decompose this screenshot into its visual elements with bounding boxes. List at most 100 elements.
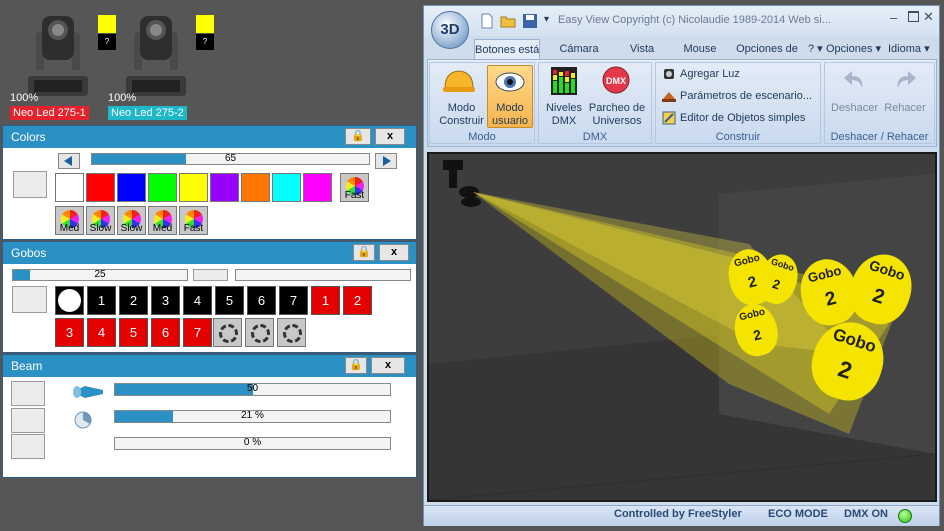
- ribbon-tab[interactable]: Cámara: [556, 39, 602, 59]
- fixture-color-swatch: [196, 15, 214, 33]
- color-swatch[interactable]: [179, 173, 208, 202]
- colors-reset-button[interactable]: [13, 171, 47, 198]
- new-document-icon[interactable]: [480, 13, 494, 29]
- gobo-button[interactable]: 3: [55, 318, 84, 347]
- colors-speed-slider[interactable]: 65: [91, 153, 370, 165]
- ribbon-tab[interactable]: Vista: [624, 39, 660, 59]
- close-icon[interactable]: x: [375, 128, 405, 145]
- gobo-button[interactable]: 2: [343, 286, 372, 315]
- gobo-button[interactable]: 6: [151, 318, 180, 347]
- beam-panel: Beam 🔒 x 50 21 % 0 %: [2, 354, 417, 478]
- color-swatch[interactable]: [210, 173, 239, 202]
- gobos-panel-titlebar: Gobos 🔒 x: [3, 242, 416, 264]
- lock-icon[interactable]: 🔒: [353, 244, 375, 261]
- gobo-rotation-icon[interactable]: [245, 318, 274, 347]
- fixture-2[interactable]: 100% Neo Led 275-2 ?: [108, 10, 214, 120]
- colors-prev-button[interactable]: [58, 153, 80, 169]
- ribbon-tab[interactable]: Botones está: [474, 39, 540, 59]
- gobo-button[interactable]: 7: [279, 286, 308, 315]
- maximize-button[interactable]: [908, 11, 919, 22]
- ribbon-menu[interactable]: ? ▾: [808, 39, 823, 59]
- color-swatch[interactable]: [55, 173, 84, 202]
- status-eco-mode: ECO MODE: [768, 508, 828, 520]
- ribbon-menu[interactable]: Opciones ▾: [826, 39, 881, 59]
- color-swatch[interactable]: [303, 173, 332, 202]
- colors-panel: Colors 🔒 x 65 Fast Med Slow Slow Med Fast: [2, 125, 417, 240]
- status-dmx: DMX ON: [844, 508, 888, 520]
- modo-construir-button[interactable]: Modo Construir: [434, 102, 489, 128]
- group-label-deshacer: Deshacer / Rehacer: [830, 131, 929, 143]
- moving-head-icon: [28, 16, 88, 96]
- scene-parameters-icon: [662, 92, 676, 102]
- gobo-button[interactable]: 4: [183, 286, 212, 315]
- gobo-button[interactable]: 7: [183, 318, 212, 347]
- effect-label: Slow: [120, 223, 143, 234]
- gobo-rotation-icon[interactable]: [277, 318, 306, 347]
- color-effect-button[interactable]: Slow: [86, 206, 115, 235]
- parcheo-universos-button[interactable]: Parcheo de Universos: [584, 102, 650, 128]
- gobo-button[interactable]: 4: [87, 318, 116, 347]
- colors-next-button[interactable]: [375, 153, 397, 169]
- quick-access-chevron[interactable]: ▾: [544, 14, 549, 25]
- beam-button-3[interactable]: [11, 434, 45, 459]
- svg-text:DMX: DMX: [606, 76, 626, 86]
- ribbon-menu[interactable]: Idioma ▾: [888, 39, 930, 59]
- deshacer-button[interactable]: Deshacer: [827, 102, 882, 115]
- eye-icon: [495, 72, 525, 92]
- gobos-speed-slider[interactable]: 25: [12, 269, 188, 281]
- ribbon-tab[interactable]: Opciones de: [732, 39, 802, 59]
- beam-slider[interactable]: 0 %: [114, 437, 391, 450]
- gobos-stop-button[interactable]: [193, 269, 228, 281]
- object-editor-icon: [662, 111, 676, 125]
- lock-icon[interactable]: 🔒: [345, 128, 371, 145]
- color-effect-button[interactable]: Fast: [340, 173, 369, 202]
- gobos-reset-button[interactable]: [12, 286, 47, 313]
- color-effect-button[interactable]: Slow: [117, 206, 146, 235]
- fixture-1[interactable]: 100% Neo Led 275-1 ?: [10, 10, 116, 120]
- color-swatch[interactable]: [86, 173, 115, 202]
- agregar-luz-button[interactable]: Agregar Luz: [680, 64, 740, 84]
- gobo-button[interactable]: 3: [151, 286, 180, 315]
- gobo-button[interactable]: [55, 286, 84, 315]
- color-effect-button[interactable]: Fast: [179, 206, 208, 235]
- beam-button-1[interactable]: [11, 381, 45, 406]
- color-swatch[interactable]: [272, 173, 301, 202]
- save-icon[interactable]: [522, 13, 538, 29]
- gobo-button[interactable]: 2: [119, 286, 148, 315]
- lock-icon[interactable]: 🔒: [345, 357, 367, 374]
- open-folder-icon[interactable]: [500, 13, 516, 29]
- niveles-dmx-button[interactable]: Niveles DMX: [541, 102, 587, 128]
- ribbon-tab[interactable]: Mouse: [678, 39, 722, 59]
- close-button[interactable]: ✕: [923, 9, 934, 25]
- app-logo-button[interactable]: 3D: [431, 11, 469, 49]
- color-effect-button[interactable]: Med: [55, 206, 84, 235]
- gobos-rotation-slider[interactable]: [235, 269, 411, 281]
- color-effect-button[interactable]: Med: [148, 206, 177, 235]
- beam-button-2[interactable]: [11, 408, 45, 433]
- beam-panel-titlebar: Beam 🔒 x: [3, 355, 416, 377]
- 3d-viewport[interactable]: Gobo 2 Gobo 2 Gobo 2 Gobo 2 Gobo 2 Gobo 2: [427, 152, 937, 502]
- beam-panel-title: Beam: [11, 359, 43, 373]
- parametros-escenario-button[interactable]: Parámetros de escenario...: [680, 86, 812, 106]
- color-swatch[interactable]: [117, 173, 146, 202]
- gobos-panel: Gobos 🔒 x 25 123456712 34567: [2, 241, 417, 353]
- minimize-button[interactable]: –: [890, 10, 897, 25]
- editor-objetos-button[interactable]: Editor de Objetos simples: [680, 108, 805, 128]
- gobo-button[interactable]: 6: [247, 286, 276, 315]
- fixture-label: Neo Led 275-2: [108, 106, 187, 120]
- close-icon[interactable]: x: [379, 244, 409, 261]
- gobo-rotation-icon[interactable]: [213, 318, 242, 347]
- beam-slider[interactable]: 21 %: [114, 410, 391, 423]
- gobo-button[interactable]: 5: [119, 318, 148, 347]
- undo-icon: [844, 71, 863, 88]
- gobo-button[interactable]: 1: [87, 286, 116, 315]
- rehacer-button[interactable]: Rehacer: [878, 102, 932, 115]
- color-swatch[interactable]: [241, 173, 270, 202]
- color-swatch[interactable]: [148, 173, 177, 202]
- gobo-button[interactable]: 1: [311, 286, 340, 315]
- group-label-dmx: DMX: [582, 131, 608, 143]
- arrow-right-icon: [383, 156, 391, 166]
- beam-slider[interactable]: 50: [114, 383, 391, 396]
- close-icon[interactable]: x: [371, 357, 405, 374]
- gobo-button[interactable]: 5: [215, 286, 244, 315]
